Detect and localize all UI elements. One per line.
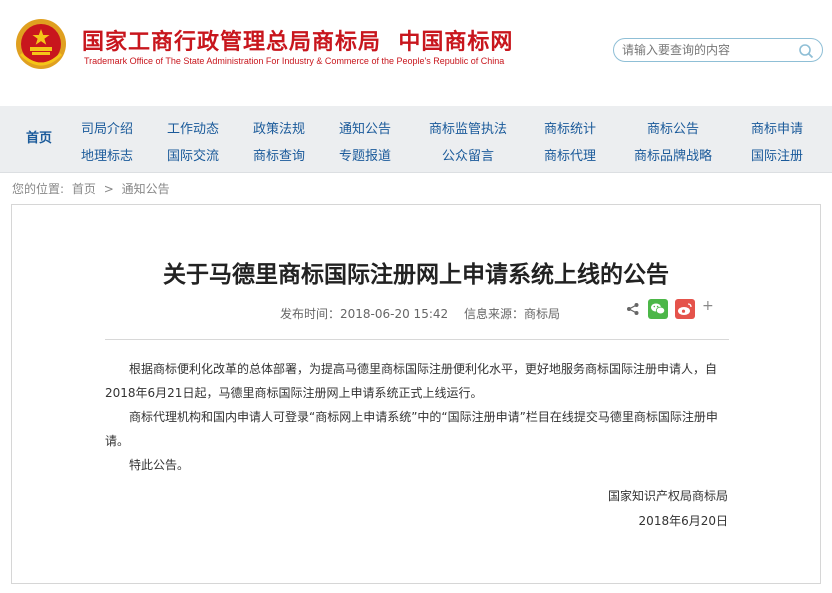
more-share-plus-icon[interactable]: + (702, 298, 714, 314)
breadcrumb: 您的位置: 首页 > 通知公告 (12, 180, 170, 197)
nav-column: 工作动态 国际交流 (143, 116, 243, 170)
breadcrumb-separator: > (103, 182, 114, 196)
nav-item-notices[interactable]: 通知公告 (315, 116, 415, 143)
weibo-icon[interactable] (675, 299, 695, 319)
paragraph: 商标代理机构和国内申请人可登录“商标网上申请系统”中的“国际注册申请”栏目在线提… (105, 410, 718, 448)
signature-org: 国家知识产权局商标局 (607, 489, 728, 503)
article-body: 根据商标便利化改革的总体部署，为提高马德里商标国际注册便利化水平，更好地服务商标… (105, 357, 729, 477)
nav-item-special-reports[interactable]: 专题报道 (315, 143, 415, 170)
article-title: 关于马德里商标国际注册网上申请系统上线的公告 (163, 262, 669, 288)
nav-column: 通知公告 专题报道 (315, 116, 415, 170)
wechat-icon[interactable] (648, 299, 668, 319)
paragraph: 根据商标便利化改革的总体部署，为提高马德里商标国际注册便利化水平，更好地服务商标… (105, 362, 718, 400)
nav-item-tm-search[interactable]: 商标查询 (229, 143, 329, 170)
nav-item-bureau-intro[interactable]: 司局介绍 (57, 116, 157, 143)
nav-column: 商标申请 国际注册 (727, 116, 827, 170)
nav-column: 政策法规 商标查询 (229, 116, 329, 170)
search-input[interactable] (622, 42, 794, 58)
nav-item-statistics[interactable]: 商标统计 (520, 116, 620, 143)
nav-column: 商标统计 商标代理 (520, 116, 620, 170)
nav-item-tm-application[interactable]: 商标申请 (727, 116, 827, 143)
search-box (613, 38, 823, 62)
national-emblem-icon (16, 19, 66, 69)
share-icon[interactable] (626, 302, 640, 316)
nav-item-intl-registration[interactable]: 国际注册 (727, 143, 827, 170)
article-panel: 关于马德里商标国际注册网上申请系统上线的公告 发布时间：2018-06-20 1… (11, 204, 821, 584)
nav-column: 司局介绍 地理标志 (57, 116, 157, 170)
main-nav: 首页 司局介绍 地理标志 工作动态 国际交流 政策法规 商标查询 通知公告 专题… (0, 106, 832, 173)
nav-item-agency[interactable]: 商标代理 (520, 143, 620, 170)
breadcrumb-home-link[interactable]: 首页 (72, 182, 96, 196)
nav-item-policy[interactable]: 政策法规 (229, 116, 329, 143)
nav-item-brand-strategy[interactable]: 商标品牌战略 (623, 143, 723, 170)
article-meta: 发布时间：2018-06-20 15:42 信息来源：商标局 (280, 305, 572, 322)
nav-item-geo-indication[interactable]: 地理标志 (57, 143, 157, 170)
nav-column: 商标监管执法 公众留言 (418, 116, 518, 170)
site-subtitle: Trademark Office of The State Administra… (84, 56, 505, 66)
paragraph: 特此公告。 (129, 458, 190, 472)
nav-item-intl-exchange[interactable]: 国际交流 (143, 143, 243, 170)
nav-item-work-news[interactable]: 工作动态 (143, 116, 243, 143)
search-icon[interactable] (798, 43, 814, 59)
site-title: 国家工商行政管理总局商标局 中国商标网 (82, 30, 514, 55)
signature-date: 2018年6月20日 (638, 514, 728, 528)
divider (105, 339, 729, 340)
info-source: 信息来源：商标局 (463, 307, 560, 321)
nav-item-enforcement[interactable]: 商标监管执法 (418, 116, 518, 143)
breadcrumb-current-link[interactable]: 通知公告 (122, 182, 170, 196)
nav-item-tm-gazette[interactable]: 商标公告 (623, 116, 723, 143)
breadcrumb-label: 您的位置: (12, 182, 65, 196)
site-header: 国家工商行政管理总局商标局 中国商标网 Trademark Office of … (0, 0, 832, 106)
nav-item-public-message[interactable]: 公众留言 (418, 143, 518, 170)
publish-time: 发布时间：2018-06-20 15:42 (280, 307, 449, 321)
nav-column: 商标公告 商标品牌战略 (623, 116, 723, 170)
